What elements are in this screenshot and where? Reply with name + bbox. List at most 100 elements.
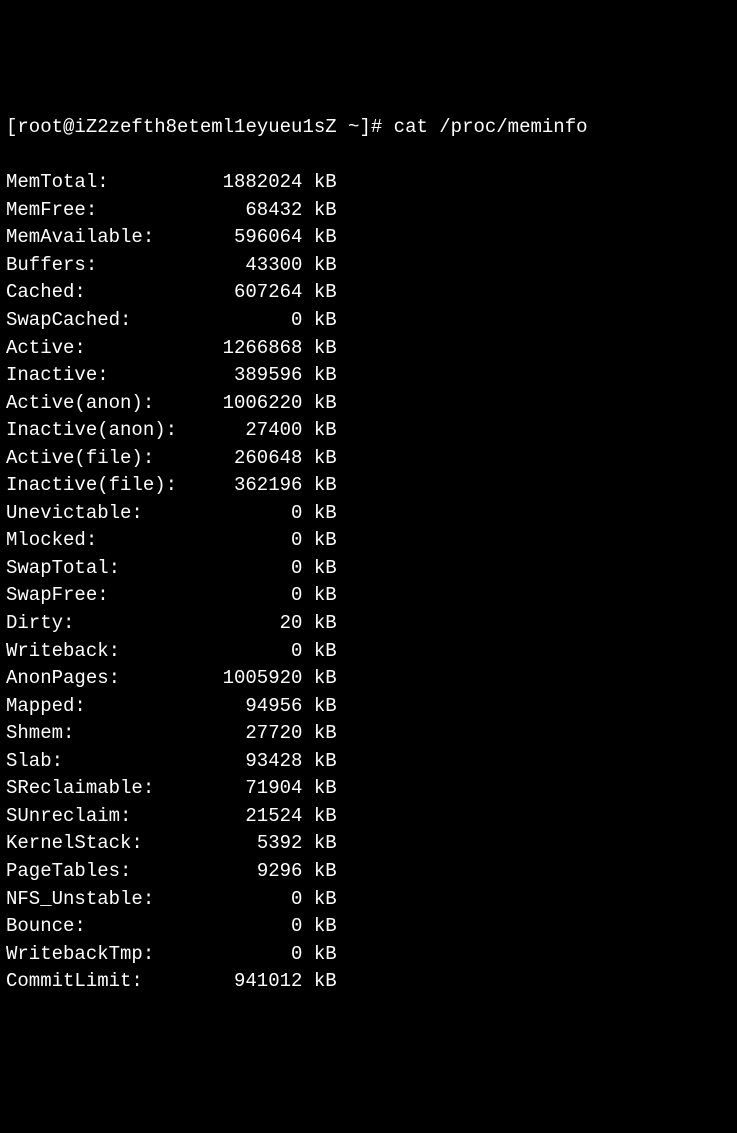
meminfo-value: 9296 xyxy=(211,858,302,886)
meminfo-value: 1266868 xyxy=(211,335,302,363)
meminfo-row: Writeback:0kB xyxy=(6,638,731,666)
meminfo-unit: kB xyxy=(302,803,336,831)
meminfo-label: MemTotal: xyxy=(6,169,211,197)
meminfo-label: WritebackTmp: xyxy=(6,941,211,969)
meminfo-unit: kB xyxy=(302,555,336,583)
meminfo-row: SwapCached:0kB xyxy=(6,307,731,335)
meminfo-label: SUnreclaim: xyxy=(6,803,211,831)
meminfo-unit: kB xyxy=(302,390,336,418)
meminfo-row: Slab:93428kB xyxy=(6,748,731,776)
meminfo-unit: kB xyxy=(302,527,336,555)
meminfo-row: MemAvailable:596064kB xyxy=(6,224,731,252)
meminfo-value: 1006220 xyxy=(211,390,302,418)
meminfo-label: Unevictable: xyxy=(6,500,211,528)
meminfo-value: 260648 xyxy=(211,445,302,473)
meminfo-label: Inactive(anon): xyxy=(6,417,211,445)
meminfo-label: Slab: xyxy=(6,748,211,776)
meminfo-label: SwapTotal: xyxy=(6,555,211,583)
meminfo-row: Unevictable:0kB xyxy=(6,500,731,528)
meminfo-value: 0 xyxy=(211,527,302,555)
meminfo-value: 71904 xyxy=(211,775,302,803)
meminfo-label: CommitLimit: xyxy=(6,968,211,996)
meminfo-label: Cached: xyxy=(6,279,211,307)
meminfo-label: Inactive(file): xyxy=(6,472,211,500)
meminfo-value: 389596 xyxy=(211,362,302,390)
meminfo-unit: kB xyxy=(302,169,336,197)
meminfo-label: Active: xyxy=(6,335,211,363)
meminfo-unit: kB xyxy=(302,417,336,445)
meminfo-label: KernelStack: xyxy=(6,830,211,858)
meminfo-row: Active(anon):1006220kB xyxy=(6,390,731,418)
meminfo-unit: kB xyxy=(302,610,336,638)
meminfo-row: Mapped:94956kB xyxy=(6,693,731,721)
meminfo-row: Dirty:20kB xyxy=(6,610,731,638)
meminfo-label: Active(file): xyxy=(6,445,211,473)
meminfo-unit: kB xyxy=(302,720,336,748)
meminfo-row: SUnreclaim:21524kB xyxy=(6,803,731,831)
meminfo-unit: kB xyxy=(302,748,336,776)
meminfo-unit: kB xyxy=(302,500,336,528)
meminfo-value: 0 xyxy=(211,555,302,583)
meminfo-value: 21524 xyxy=(211,803,302,831)
meminfo-unit: kB xyxy=(302,445,336,473)
meminfo-row: SReclaimable:71904kB xyxy=(6,775,731,803)
meminfo-value: 20 xyxy=(211,610,302,638)
meminfo-unit: kB xyxy=(302,224,336,252)
meminfo-row: AnonPages:1005920kB xyxy=(6,665,731,693)
meminfo-label: Mlocked: xyxy=(6,527,211,555)
meminfo-value: 0 xyxy=(211,886,302,914)
meminfo-value: 607264 xyxy=(211,279,302,307)
meminfo-unit: kB xyxy=(302,582,336,610)
meminfo-label: Dirty: xyxy=(6,610,211,638)
meminfo-value: 0 xyxy=(211,500,302,528)
meminfo-value: 362196 xyxy=(211,472,302,500)
meminfo-row: Buffers:43300kB xyxy=(6,252,731,280)
meminfo-value: 1882024 xyxy=(211,169,302,197)
meminfo-row: Inactive(file):362196kB xyxy=(6,472,731,500)
meminfo-value: 0 xyxy=(211,638,302,666)
meminfo-label: Shmem: xyxy=(6,720,211,748)
meminfo-row: MemFree:68432kB xyxy=(6,197,731,225)
meminfo-output: MemTotal:1882024kBMemFree:68432kBMemAvai… xyxy=(6,169,731,995)
meminfo-row: Inactive(anon):27400kB xyxy=(6,417,731,445)
shell-prompt[interactable]: [root@iZ2zefth8eteml1eyueu1sZ ~]# cat /p… xyxy=(6,114,731,142)
meminfo-unit: kB xyxy=(302,693,336,721)
meminfo-unit: kB xyxy=(302,252,336,280)
meminfo-row: Bounce:0kB xyxy=(6,913,731,941)
meminfo-row: MemTotal:1882024kB xyxy=(6,169,731,197)
meminfo-label: AnonPages: xyxy=(6,665,211,693)
meminfo-row: KernelStack:5392kB xyxy=(6,830,731,858)
meminfo-value: 0 xyxy=(211,307,302,335)
meminfo-label: NFS_Unstable: xyxy=(6,886,211,914)
meminfo-row: Active(file):260648kB xyxy=(6,445,731,473)
meminfo-label: Buffers: xyxy=(6,252,211,280)
meminfo-value: 1005920 xyxy=(211,665,302,693)
meminfo-value: 0 xyxy=(211,913,302,941)
meminfo-row: NFS_Unstable:0kB xyxy=(6,886,731,914)
meminfo-unit: kB xyxy=(302,279,336,307)
meminfo-row: Active:1266868kB xyxy=(6,335,731,363)
meminfo-row: WritebackTmp:0kB xyxy=(6,941,731,969)
meminfo-value: 27400 xyxy=(211,417,302,445)
meminfo-label: SwapCached: xyxy=(6,307,211,335)
meminfo-value: 0 xyxy=(211,582,302,610)
meminfo-row: Inactive:389596kB xyxy=(6,362,731,390)
meminfo-unit: kB xyxy=(302,858,336,886)
meminfo-label: Inactive: xyxy=(6,362,211,390)
meminfo-unit: kB xyxy=(302,638,336,666)
meminfo-label: Writeback: xyxy=(6,638,211,666)
meminfo-value: 43300 xyxy=(211,252,302,280)
meminfo-value: 5392 xyxy=(211,830,302,858)
meminfo-label: Bounce: xyxy=(6,913,211,941)
meminfo-row: Mlocked:0kB xyxy=(6,527,731,555)
meminfo-unit: kB xyxy=(302,941,336,969)
meminfo-unit: kB xyxy=(302,913,336,941)
meminfo-unit: kB xyxy=(302,775,336,803)
meminfo-value: 0 xyxy=(211,941,302,969)
meminfo-label: SReclaimable: xyxy=(6,775,211,803)
meminfo-unit: kB xyxy=(302,307,336,335)
meminfo-value: 27720 xyxy=(211,720,302,748)
meminfo-unit: kB xyxy=(302,830,336,858)
meminfo-label: MemFree: xyxy=(6,197,211,225)
meminfo-label: MemAvailable: xyxy=(6,224,211,252)
